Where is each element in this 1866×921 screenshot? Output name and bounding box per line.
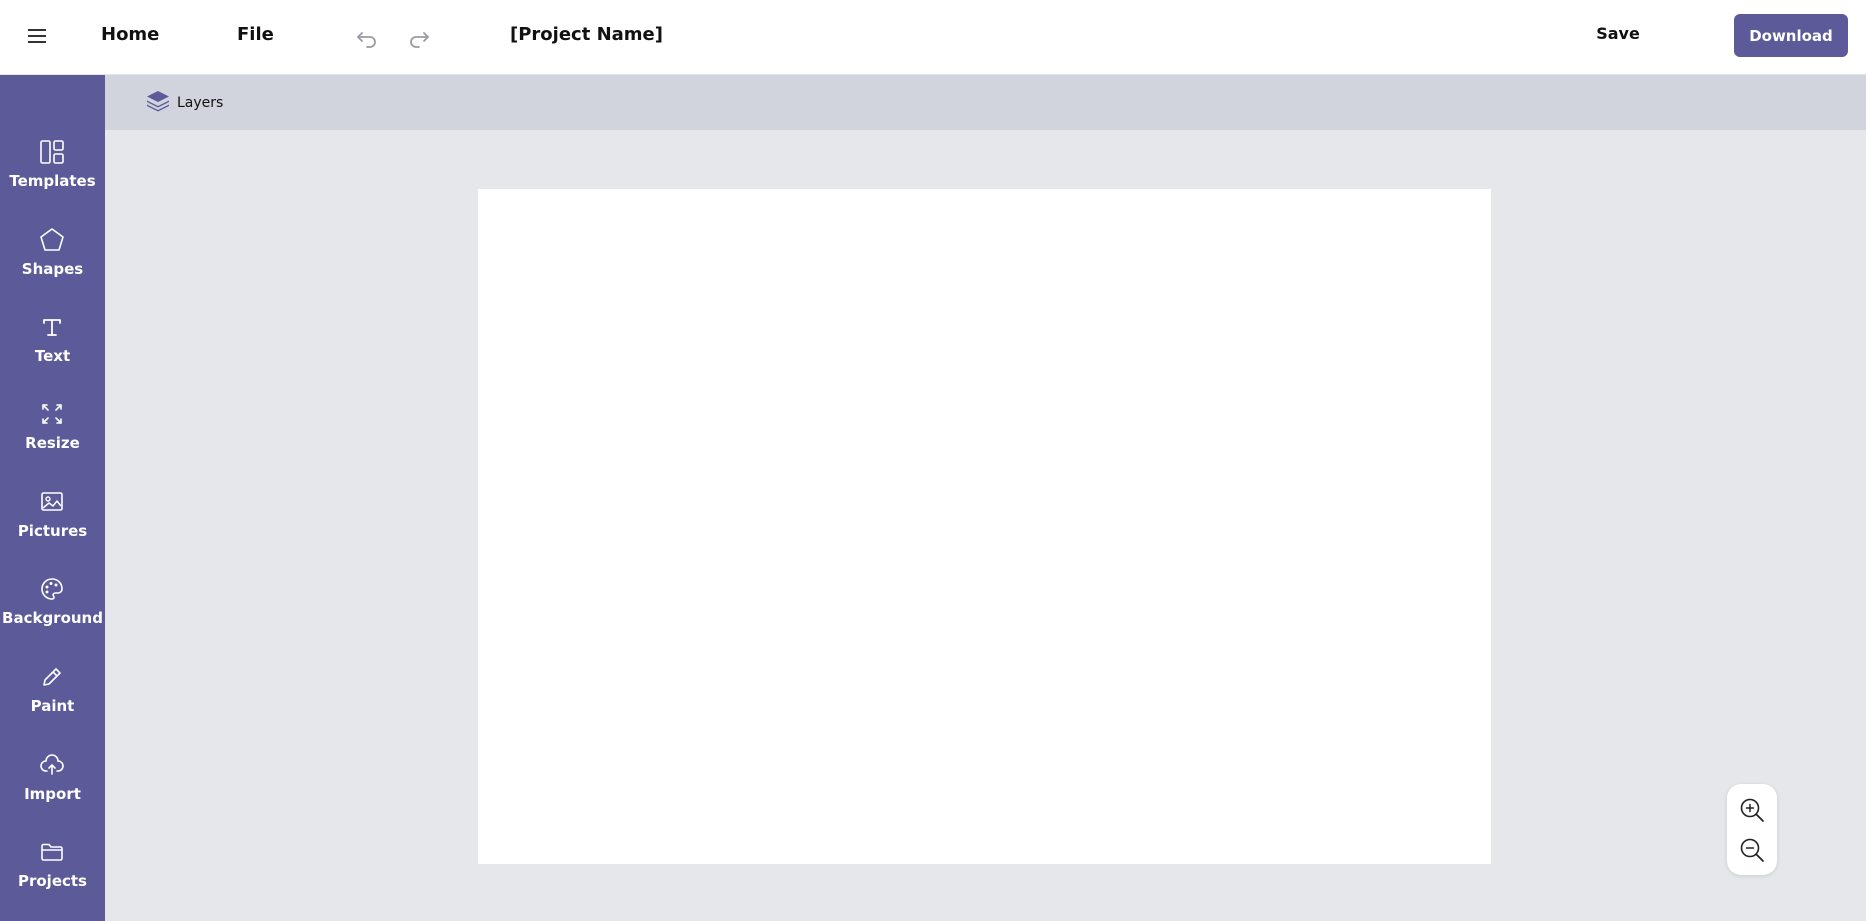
layers-icon [145, 88, 171, 118]
image-icon [38, 488, 66, 516]
folder-icon [38, 838, 66, 866]
project-name[interactable]: [Project Name] [510, 24, 663, 45]
zoom-in-icon[interactable] [1737, 795, 1767, 825]
pentagon-icon [38, 226, 66, 254]
sidebar-item-label: Resize [25, 434, 80, 452]
top-bar: Home File [Project Name] Save Download [0, 0, 1866, 75]
sidebar-item-label: Paint [30, 697, 75, 715]
layers-bar: Layers [105, 75, 1866, 130]
sidebar-item-label: Projects [17, 872, 87, 890]
sidebar-item-label: Pictures [17, 522, 88, 540]
sidebar-item-background[interactable]: Background [0, 567, 105, 647]
workspace [105, 130, 1866, 921]
sidebar-item-paint[interactable]: Paint [0, 655, 105, 735]
sidebar-item-label: Shapes [21, 260, 84, 278]
download-button[interactable]: Download [1734, 14, 1848, 57]
sidebar-item-shapes[interactable]: Shapes [0, 218, 105, 298]
zoom-controls [1727, 784, 1777, 875]
layers-button[interactable]: Layers [145, 89, 223, 117]
sidebar-item-projects[interactable]: Projects [0, 830, 105, 910]
sidebar-item-import[interactable]: Import [0, 743, 105, 823]
tool-sidebar: Templates Shapes Text Resize Pictures Ba… [0, 75, 105, 921]
undo-icon[interactable] [354, 24, 380, 50]
sidebar-item-resize[interactable]: Resize [0, 392, 105, 472]
sidebar-item-label: Import [24, 785, 81, 803]
sidebar-item-label: Background [2, 609, 103, 627]
file-menu[interactable]: File [237, 24, 274, 45]
templates-icon [38, 138, 66, 166]
layers-label: Layers [177, 95, 224, 111]
save-button[interactable]: Save [1588, 24, 1648, 43]
palette-icon [38, 575, 66, 603]
hamburger-icon[interactable] [27, 26, 49, 46]
resize-icon [38, 400, 66, 428]
pencil-icon [38, 663, 66, 691]
redo-icon[interactable] [406, 24, 432, 50]
text-icon [38, 313, 66, 341]
cloud-upload-icon [38, 751, 66, 779]
home-menu[interactable]: Home [101, 24, 159, 45]
sidebar-item-label: Templates [9, 172, 96, 190]
sidebar-item-pictures[interactable]: Pictures [0, 480, 105, 560]
design-canvas[interactable] [478, 189, 1491, 864]
sidebar-item-templates[interactable]: Templates [0, 130, 105, 210]
sidebar-item-label: Text [34, 347, 71, 365]
zoom-out-icon[interactable] [1737, 835, 1767, 865]
sidebar-item-text[interactable]: Text [0, 305, 105, 385]
